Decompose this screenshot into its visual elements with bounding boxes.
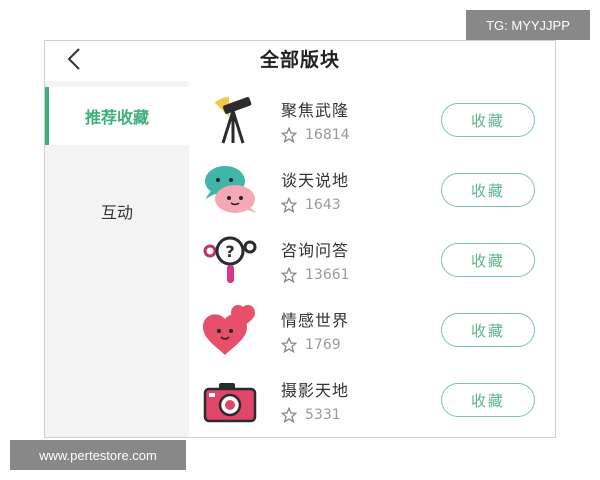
board-name: 聚焦武隆 [281,101,350,120]
board-stat: 16814 [281,127,350,143]
board-name: 情感世界 [281,311,350,330]
list-item[interactable]: ? 咨询问答 13661 收藏 [189,227,555,297]
sidebar: 推荐收藏 互动 [45,81,189,437]
board-list: 聚焦武隆 16814 收藏 谈天说地 1643 收藏 ? 咨询问答 13661 … [189,81,555,437]
favorite-button[interactable]: 收藏 [441,243,535,277]
list-item[interactable]: 谈天说地 1643 收藏 [189,157,555,227]
sidebar-item-label: 互动 [100,203,133,222]
board-stat: 5331 [281,407,341,423]
page-title: 全部版块 [259,49,340,71]
watermark-bottom: www.pertestore.com [10,440,186,470]
hearts-icon [201,301,259,359]
favorite-count: 1769 [305,337,341,353]
sidebar-item-interaction[interactable]: 互动 [45,181,189,241]
chat-faces-icon [201,161,259,219]
favorite-button[interactable]: 收藏 [441,103,535,137]
favorite-button[interactable]: 收藏 [441,173,535,207]
star-icon [281,197,297,213]
board-stat: 1643 [281,197,341,213]
list-item[interactable]: 摄影天地 5331 收藏 [189,367,555,437]
favorite-count: 13661 [305,267,350,283]
favorite-count: 16814 [305,127,350,143]
list-item[interactable]: 情感世界 1769 收藏 [189,297,555,367]
sidebar-item-label: 推荐收藏 [84,108,149,127]
favorite-count: 1643 [305,197,341,213]
star-icon [281,407,297,423]
watermark-top: TG: MYYJJPP [466,10,590,40]
board-name: 咨询问答 [281,241,350,260]
svg-text:?: ? [225,242,234,261]
board-stat: 13661 [281,267,350,283]
header-bar: 全部版块 [45,41,555,77]
app-frame: 全部版块 推荐收藏 互动 聚焦武隆 16814 收藏 谈天说地 1643 收藏 … [44,40,556,438]
sidebar-item-recommended[interactable]: 推荐收藏 [45,87,189,145]
star-icon [281,127,297,143]
favorite-button[interactable]: 收藏 [441,313,535,347]
camera-icon [201,371,259,429]
favorite-count: 5331 [305,407,341,423]
question-magnifier-icon: ? [201,231,259,289]
favorite-button[interactable]: 收藏 [441,383,535,417]
star-icon [281,337,297,353]
star-icon [281,267,297,283]
board-name: 摄影天地 [281,381,350,400]
board-name: 谈天说地 [281,171,350,190]
board-stat: 1769 [281,337,341,353]
telescope-icon [201,91,259,149]
list-item[interactable]: 聚焦武隆 16814 收藏 [189,87,555,157]
